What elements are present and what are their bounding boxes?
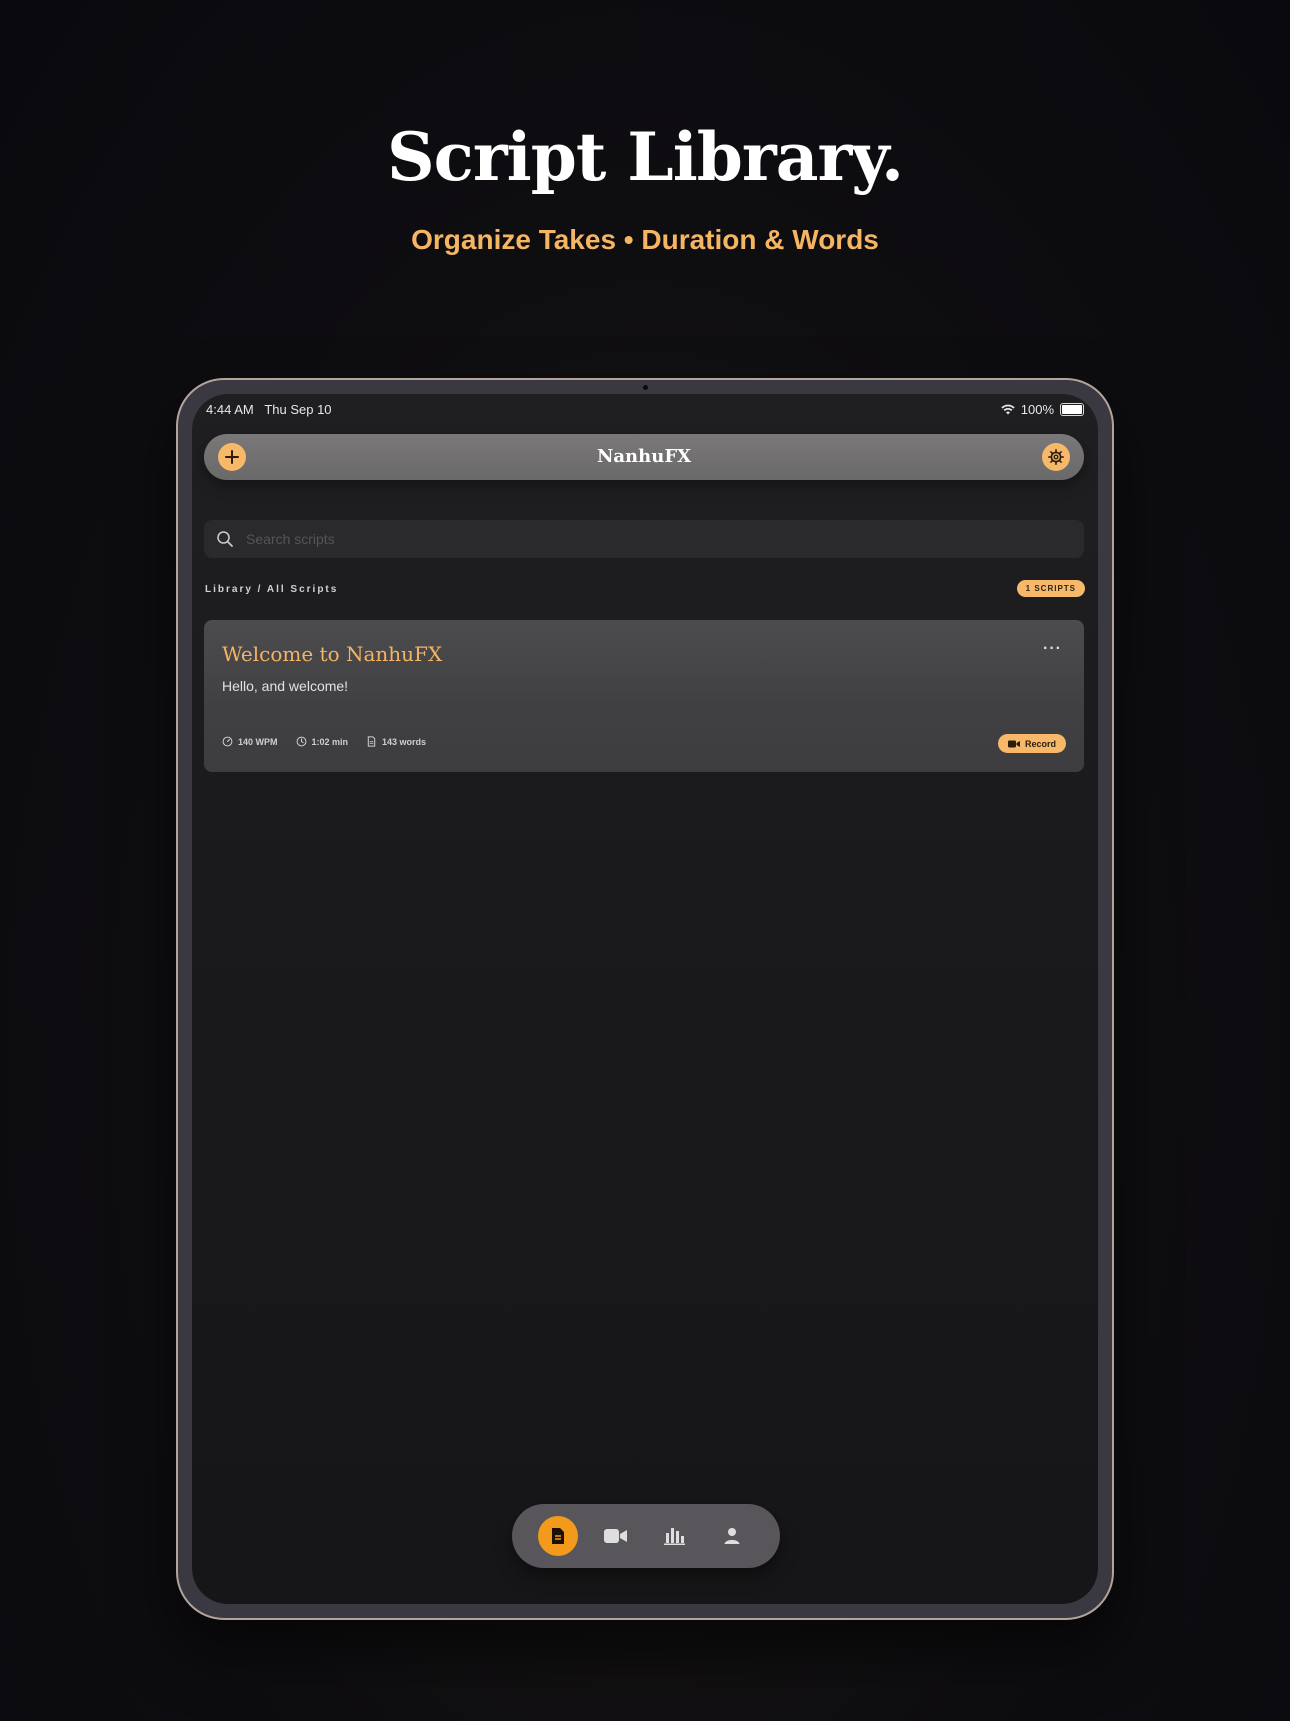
duration-label: 1:02 min <box>311 736 349 747</box>
tablet-frame: 4:44 AM Thu Sep 10 100% NanhuFX Search s… <box>176 378 1114 1620</box>
breadcrumb: Library / All Scripts <box>205 584 339 595</box>
speedometer-icon <box>222 736 233 747</box>
person-icon <box>724 1528 740 1544</box>
settings-button[interactable] <box>1042 443 1070 471</box>
script-count-badge: 1 SCRIPTS <box>1016 580 1085 597</box>
app-title: NanhuFX <box>596 446 692 467</box>
tab-profile[interactable] <box>712 1516 752 1556</box>
wifi-icon <box>1001 404 1015 415</box>
tab-analytics[interactable] <box>654 1516 694 1556</box>
bar-chart-icon <box>664 1528 685 1545</box>
hero-subtitle: Organize Takes • Duration & Words <box>411 224 879 255</box>
battery-icon <box>1060 403 1084 416</box>
video-camera-icon <box>604 1529 627 1543</box>
status-indicators: 100% <box>1001 402 1084 417</box>
more-options-button[interactable]: ··· <box>1043 640 1062 658</box>
duration-stat: 1:02 min <box>296 736 349 747</box>
script-meta: 140 WPM 1:02 min 143 words <box>222 736 426 747</box>
status-time: 4:44 AM Thu Sep 10 <box>206 402 332 417</box>
document-icon <box>367 736 376 747</box>
document-icon <box>552 1528 564 1544</box>
words-label: 143 words <box>382 736 427 747</box>
status-date: Thu Sep 10 <box>264 402 332 417</box>
tab-record[interactable] <box>596 1516 636 1556</box>
record-label: Record <box>1024 738 1056 749</box>
tab-scripts[interactable] <box>538 1516 578 1556</box>
battery-percent: 100% <box>1020 402 1054 417</box>
hero-title: Script Library. <box>387 118 904 196</box>
app-screen: 4:44 AM Thu Sep 10 100% NanhuFX Search s… <box>192 394 1098 1604</box>
record-button[interactable]: Record <box>997 734 1066 753</box>
script-preview: Hello, and welcome! <box>222 678 349 694</box>
video-camera-icon <box>1007 740 1020 747</box>
gear-icon <box>1048 449 1064 465</box>
words-stat: 143 words <box>366 736 426 747</box>
top-nav-bar: NanhuFX <box>204 434 1084 480</box>
script-title: Welcome to NanhuFX <box>222 642 443 666</box>
camera-dot <box>643 385 648 390</box>
search-bar[interactable] <box>204 520 1084 558</box>
bottom-tab-bar <box>512 1504 780 1568</box>
search-input[interactable] <box>244 530 1084 548</box>
wpm-stat: 140 WPM <box>222 736 278 747</box>
wpm-label: 140 WPM <box>238 736 278 747</box>
script-card[interactable]: Welcome to NanhuFX ··· Hello, and welcom… <box>204 620 1084 772</box>
status-clock: 4:44 AM <box>206 402 254 417</box>
search-icon <box>217 531 233 547</box>
clock-icon <box>296 736 306 747</box>
